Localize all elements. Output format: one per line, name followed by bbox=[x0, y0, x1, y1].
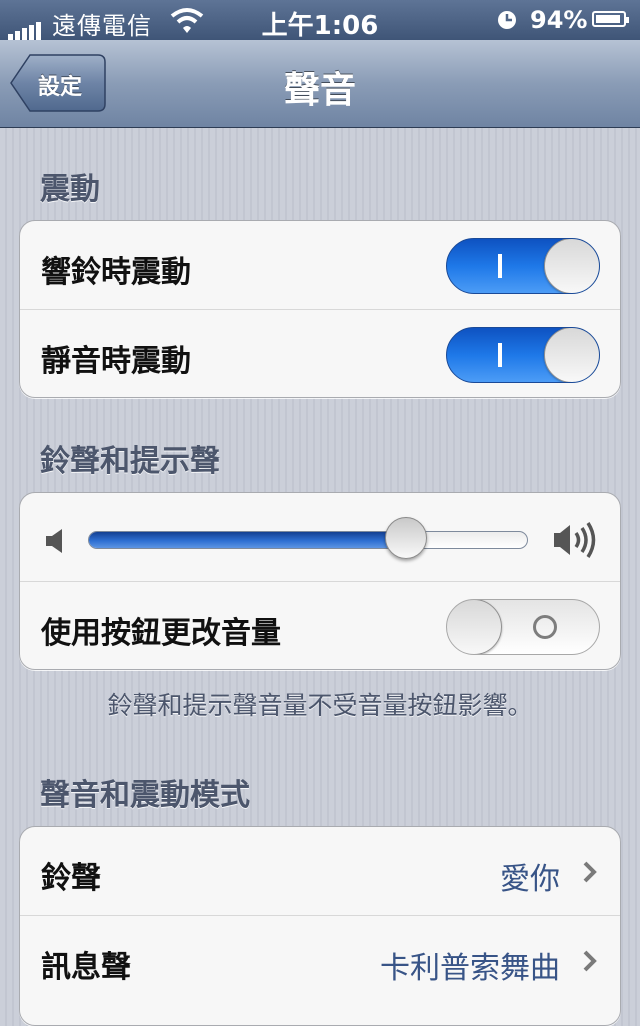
alarm-icon bbox=[498, 11, 516, 29]
battery-level bbox=[596, 15, 620, 23]
ringtone-value: 愛你 bbox=[500, 862, 560, 897]
text-tone-label: 訊息聲 bbox=[41, 950, 131, 985]
switch-knob bbox=[447, 600, 502, 654]
switch-on-mark bbox=[498, 254, 502, 278]
change-with-buttons-switch[interactable] bbox=[446, 599, 600, 655]
text-tone-row[interactable]: 訊息聲 卡利普索舞曲 bbox=[20, 915, 620, 1003]
change-with-buttons-label: 使用按鈕更改音量 bbox=[41, 616, 281, 651]
navigation-bar: 設定 聲音 bbox=[0, 40, 640, 128]
volume-slider-row bbox=[20, 493, 620, 581]
ringtone-row[interactable]: 鈴聲 愛你 bbox=[20, 827, 620, 915]
volume-slider-fill bbox=[89, 532, 406, 548]
volume-low-icon bbox=[46, 529, 62, 553]
battery-icon bbox=[592, 11, 629, 27]
ringer-group: 使用按鈕更改音量 bbox=[19, 492, 621, 670]
vibrate-on-silent-switch[interactable] bbox=[446, 327, 600, 383]
text-tone-value: 卡利普索舞曲 bbox=[380, 951, 560, 986]
section-header-vibration: 震動 bbox=[40, 172, 100, 207]
switch-off-mark bbox=[533, 615, 557, 639]
switch-knob bbox=[544, 328, 599, 382]
chevron-right-icon bbox=[583, 861, 597, 883]
ringtone-label: 鈴聲 bbox=[41, 861, 101, 896]
patterns-group: 鈴聲 愛你 訊息聲 卡利普索舞曲 bbox=[19, 826, 621, 1026]
chevron-right-icon bbox=[583, 950, 597, 972]
page-title: 聲音 bbox=[283, 70, 356, 111]
vibrate-on-ring-row: 響鈴時震動 bbox=[20, 221, 620, 309]
section-header-patterns: 聲音和震動模式 bbox=[40, 778, 250, 813]
volume-slider-thumb[interactable] bbox=[385, 517, 427, 559]
volume-high-icon bbox=[554, 522, 596, 558]
vibrate-on-ring-label: 響鈴時震動 bbox=[41, 255, 191, 290]
switch-on-mark bbox=[498, 343, 502, 367]
section-header-ringer: 鈴聲和提示聲 bbox=[40, 444, 220, 479]
volume-slider-track[interactable] bbox=[88, 531, 528, 549]
vibrate-on-silent-label: 靜音時震動 bbox=[41, 344, 191, 379]
change-with-buttons-row: 使用按鈕更改音量 bbox=[20, 581, 620, 669]
ringer-footer-note: 鈴聲和提示聲音量不受音量按鈕影響。 bbox=[107, 691, 533, 720]
vibration-group: 響鈴時震動 靜音時震動 bbox=[19, 220, 621, 398]
switch-knob bbox=[544, 239, 599, 293]
battery-percent: 94% bbox=[530, 6, 588, 34]
vibrate-on-ring-switch[interactable] bbox=[446, 238, 600, 294]
status-bar: 遠傳電信 上午1:06 94% bbox=[0, 0, 640, 41]
vibrate-on-silent-row: 靜音時震動 bbox=[20, 309, 620, 397]
